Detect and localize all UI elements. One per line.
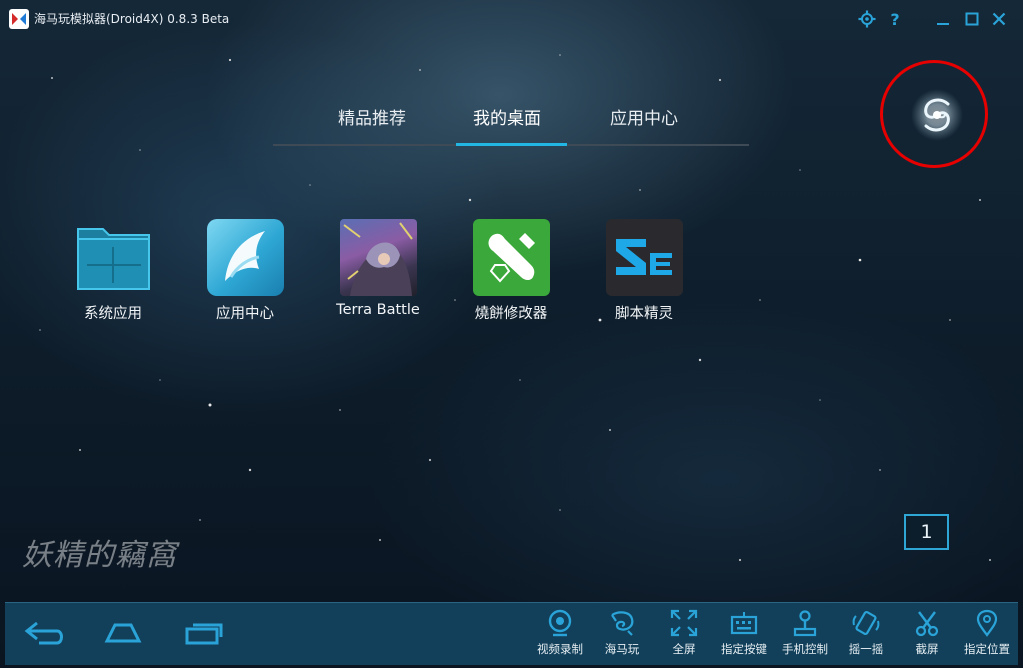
recent-apps-icon[interactable] (173, 613, 233, 653)
toolbar-label: 指定位置 (964, 642, 1010, 656)
app-script-genie[interactable]: 脚本精灵 (594, 219, 694, 323)
app-label: 系统应用 (84, 306, 142, 322)
terra-battle-icon (339, 219, 417, 296)
minimize-icon[interactable] (932, 8, 954, 30)
script-se-icon (605, 219, 683, 296)
window-title: 海马玩模拟器(Droid4X) 0.8.3 Beta (34, 12, 230, 26)
toolbar-label: 手机控制 (782, 642, 828, 656)
app-app-center[interactable]: 应用中心 (195, 219, 295, 323)
scissors-icon (915, 611, 939, 637)
watermark: 妖精的竊窩 (22, 530, 262, 592)
help-icon[interactable]: ? (884, 8, 906, 30)
galaxy-swirl-icon[interactable] (910, 88, 964, 142)
desktop-page-indicator[interactable]: 1 (904, 514, 949, 550)
close-icon[interactable] (988, 8, 1010, 30)
seahorse-icon (611, 611, 634, 636)
toolbar-shake[interactable]: 摇一摇 (835, 609, 897, 663)
toolbar-set-location[interactable]: 指定位置 (956, 609, 1018, 663)
app-label: 燒餅修改器 (474, 306, 548, 322)
toolbar-label: 视频录制 (537, 642, 583, 656)
app-label: 应用中心 (216, 306, 274, 322)
app-terra-battle[interactable]: Terra Battle (328, 219, 428, 318)
app-center-icon (206, 219, 284, 296)
top-tab-bar: 精品推荐 我的桌面 应用中心 (273, 96, 749, 148)
toolbar-label: 摇一摇 (848, 642, 884, 656)
keyboard-icon (730, 612, 758, 635)
toolbar-key-mapping[interactable]: 指定按键 (713, 609, 775, 663)
active-tab-indicator (456, 143, 567, 146)
toolbar-screenshot[interactable]: 截屏 (896, 609, 958, 663)
tab-my-desktop[interactable]: 我的桌面 (473, 104, 541, 129)
bottom-toolbar: 视频录制 海马玩 全屏 指定按键 手机控制 摇一摇 截屏 指定位置 (5, 602, 1018, 665)
wrench-icon (472, 219, 550, 296)
fullscreen-icon (670, 609, 698, 637)
toolbar-label: 海马玩 (604, 642, 640, 656)
webcam-icon (548, 609, 572, 637)
app-shaobing-modifier[interactable]: 燒餅修改器 (461, 219, 561, 323)
tab-app-center[interactable]: 应用中心 (610, 104, 678, 129)
back-icon[interactable] (15, 613, 75, 653)
watermark-text: 妖精的竊窩 (22, 538, 177, 573)
location-pin-icon (976, 609, 998, 637)
app-label: 脚本精灵 (615, 306, 673, 322)
toolbar-phone-control[interactable]: 手机控制 (774, 609, 836, 663)
settings-gear-icon[interactable] (856, 8, 878, 30)
droid4x-logo-icon (9, 9, 29, 29)
home-icon[interactable] (93, 613, 153, 653)
shake-icon (852, 610, 880, 636)
maximize-icon[interactable] (961, 8, 983, 30)
app-label: Terra Battle (336, 302, 420, 318)
toolbar-label: 指定按键 (721, 642, 767, 656)
toolbar-video-record[interactable]: 视频录制 (529, 609, 591, 663)
app-system-apps[interactable]: 系统应用 (63, 219, 163, 323)
emulator-window: 海马玩模拟器(Droid4X) 0.8.3 Beta ? 精品推荐 我的桌面 应… (0, 0, 1023, 668)
folder-icon (75, 219, 152, 296)
toolbar-label: 截屏 (915, 642, 939, 656)
toolbar-label: 全屏 (672, 642, 696, 656)
tab-featured[interactable]: 精品推荐 (338, 104, 406, 129)
toolbar-haimawan[interactable]: 海马玩 (591, 609, 653, 663)
joystick-icon (793, 610, 817, 637)
title-bar: 海马玩模拟器(Droid4X) 0.8.3 Beta ? (0, 0, 1023, 36)
toolbar-fullscreen[interactable]: 全屏 (653, 609, 715, 663)
